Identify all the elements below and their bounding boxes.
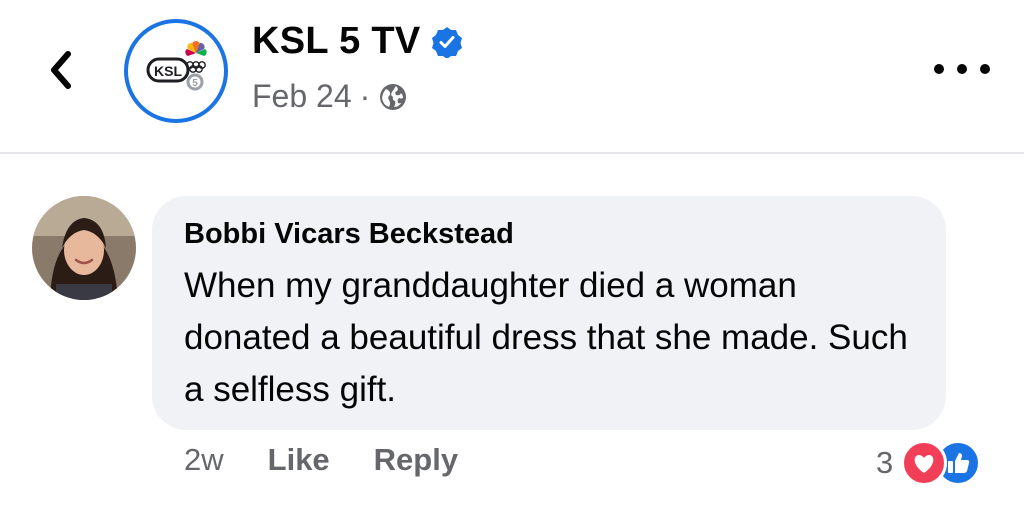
meta-separator: ·: [359, 78, 371, 114]
more-dots-icon: [934, 64, 944, 74]
globe-icon: [380, 83, 407, 110]
post-date[interactable]: Feb 24: [252, 78, 352, 115]
comment-author[interactable]: Bobbi Vicars Beckstead: [184, 216, 916, 252]
svg-text:5: 5: [192, 78, 198, 89]
verified-badge-icon: [431, 26, 462, 58]
comment-bubble: Bobbi Vicars Beckstead When my granddaug…: [152, 196, 946, 430]
back-chevron-icon: [51, 51, 71, 89]
page-avatar[interactable]: KSL 5: [124, 19, 228, 123]
comment-text: When my granddaughter died a woman donat…: [184, 266, 908, 409]
reaction-count: 3: [876, 445, 894, 480]
page-name[interactable]: KSL 5 TV: [252, 20, 421, 63]
reply-button[interactable]: Reply: [374, 442, 458, 478]
comment-age[interactable]: 2w: [184, 442, 224, 478]
reaction-summary[interactable]: 3: [876, 440, 982, 486]
love-reaction-icon: [901, 440, 948, 486]
header-divider: [0, 152, 1024, 154]
commenter-avatar[interactable]: [32, 196, 136, 300]
page-name-row: KSL 5 TV: [252, 20, 463, 63]
commenter-photo: [32, 196, 136, 300]
post-header: KSL 5 KSL 5 TV Feb 24 ·: [0, 0, 1024, 152]
like-button[interactable]: Like: [268, 442, 330, 478]
more-options-button[interactable]: [934, 54, 990, 84]
more-dots-icon: [980, 64, 990, 74]
svg-text:KSL: KSL: [154, 63, 182, 79]
more-dots-icon: [957, 64, 967, 74]
comment-actions: 2w Like Reply: [184, 442, 458, 478]
back-button[interactable]: [38, 46, 84, 94]
ksl-logo-icon: KSL 5: [135, 30, 217, 112]
post-meta: Feb 24 ·: [252, 78, 408, 115]
